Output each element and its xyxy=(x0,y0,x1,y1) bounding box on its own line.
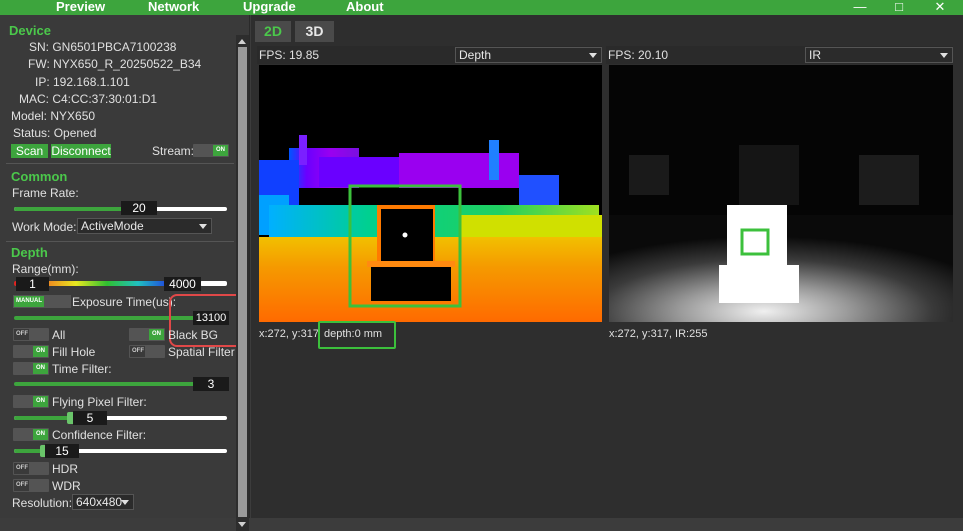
wdr-label: WDR xyxy=(52,479,81,493)
ir-mode-value: IR xyxy=(809,48,821,62)
spatial-filter-label: Spatial Filter xyxy=(168,345,235,359)
toggle-state: OFF xyxy=(16,465,28,471)
device-section-title: Device xyxy=(9,23,51,38)
chevron-down-icon xyxy=(199,224,207,229)
flying-pixel-toggle[interactable]: ON xyxy=(13,395,49,408)
settings-panel: Device SN: GN6501PBCA7100238 FW: NYX650_… xyxy=(0,15,250,531)
ir-view-header: FPS: 20.10 IR xyxy=(606,46,953,64)
panel-scrollbar[interactable] xyxy=(236,35,249,531)
menu-about[interactable]: About xyxy=(346,0,384,14)
chevron-down-icon xyxy=(121,500,129,505)
stream-label: Stream: xyxy=(152,144,195,158)
toggle-state: ON xyxy=(36,398,45,404)
toggle-state: OFF xyxy=(16,482,28,488)
toggle-state: OFF xyxy=(16,331,28,337)
range-label: Range(mm): xyxy=(12,262,79,276)
toggle-state: ON xyxy=(216,147,225,153)
confidence-toggle[interactable]: ON xyxy=(13,428,49,441)
work-mode-value: ActiveMode xyxy=(81,219,144,233)
device-status: Status: Opened xyxy=(13,126,97,140)
frame-rate-value: 20 xyxy=(121,201,157,215)
all-toggle[interactable]: OFF xyxy=(13,328,49,341)
scroll-up-icon[interactable] xyxy=(238,39,246,44)
frame-rate-fill xyxy=(14,207,131,211)
menu-network[interactable]: Network xyxy=(148,0,199,14)
depth-section-title: Depth xyxy=(11,245,48,260)
toggle-state: ON xyxy=(36,365,45,371)
flying-pixel-label: Flying Pixel Filter: xyxy=(52,395,147,409)
confidence-value: 15 xyxy=(45,444,79,458)
fill-hole-toggle[interactable]: ON xyxy=(13,345,49,358)
work-mode-label: Work Mode: xyxy=(12,220,77,234)
stream-toggle[interactable]: ON xyxy=(193,144,229,157)
time-filter-label: Time Filter: xyxy=(52,362,112,376)
resolution-value: 640x480 xyxy=(76,495,123,509)
ir-mode-select[interactable]: IR xyxy=(805,47,953,63)
frame-rate-label: Frame Rate: xyxy=(12,186,79,200)
depth-mode-select[interactable]: Depth xyxy=(455,47,602,63)
maximize-icon[interactable]: □ xyxy=(887,0,911,15)
all-label: All xyxy=(52,328,66,342)
work-mode-select[interactable]: ActiveMode xyxy=(77,218,212,234)
menu-upgrade[interactable]: Upgrade xyxy=(243,0,296,14)
exposure-mode-label: MANUAL xyxy=(14,296,44,307)
device-ip: IP: 192.168.1.101 xyxy=(35,75,130,89)
depth-image[interactable] xyxy=(259,65,602,322)
spatial-filter-toggle[interactable]: OFF xyxy=(129,345,165,358)
resolution-label: Resolution: xyxy=(12,496,73,510)
range-max-value: 4000 xyxy=(164,277,201,291)
range-min-value: 1 xyxy=(16,277,49,291)
chevron-down-icon xyxy=(589,53,597,58)
scrollbar-thumb[interactable] xyxy=(238,47,247,517)
confidence-fill xyxy=(14,449,42,453)
depth-mode-value: Depth xyxy=(459,48,492,62)
highlight-box-green xyxy=(318,321,396,349)
depth-view-header: FPS: 19.85 Depth xyxy=(257,46,602,64)
disconnect-button[interactable]: Disconnect xyxy=(51,144,111,158)
toggle-state: ON xyxy=(36,348,45,354)
exposure-mode-toggle[interactable]: MANUAL xyxy=(13,295,71,308)
menu-bar: Preview Network Upgrade About — □ ✕ xyxy=(0,0,963,15)
menu-preview[interactable]: Preview xyxy=(56,0,105,14)
close-icon[interactable]: ✕ xyxy=(928,0,952,15)
black-bg-toggle[interactable]: ON xyxy=(129,328,165,341)
resolution-select[interactable]: 640x480 xyxy=(72,494,134,510)
device-sn: SN: GN6501PBCA7100238 xyxy=(29,40,177,54)
section-divider xyxy=(6,163,234,164)
black-bg-label: Black BG xyxy=(168,328,219,342)
toggle-state: ON xyxy=(152,331,161,337)
flying-pixel-fill xyxy=(14,416,70,420)
device-mac: MAC: C4:CC:37:30:01:D1 xyxy=(19,92,158,106)
wdr-toggle[interactable]: OFF xyxy=(13,479,49,492)
depth-coord-readout: x:272, y:317 xyxy=(259,328,319,340)
tab-3d[interactable]: 3D xyxy=(295,21,334,42)
preview-area: 2D 3D FPS: 19.85 Depth FPS: 20.10 IR x:2… xyxy=(251,15,963,518)
ir-fps: FPS: 20.10 xyxy=(608,48,669,62)
ir-image-render xyxy=(609,65,953,322)
device-model: Model: NYX650 xyxy=(11,109,96,123)
tab-2d[interactable]: 2D xyxy=(255,21,291,42)
hdr-toggle[interactable]: OFF xyxy=(13,462,49,475)
scroll-down-icon[interactable] xyxy=(238,522,246,527)
confidence-label: Confidence Filter: xyxy=(52,428,147,442)
exposure-time-label: Exposure Time(us): xyxy=(72,295,177,309)
chevron-down-icon xyxy=(940,53,948,58)
hdr-label: HDR xyxy=(52,462,78,476)
ir-coord-readout: x:272, y:317, IR:255 xyxy=(609,328,708,340)
time-filter-value: 3 xyxy=(193,377,229,391)
device-fw: FW: NYX650_R_20250522_B34 xyxy=(28,57,202,71)
range-track-end xyxy=(200,281,227,286)
scan-button[interactable]: Scan xyxy=(11,144,48,158)
common-section-title: Common xyxy=(11,169,68,184)
fill-hole-label: Fill Hole xyxy=(52,345,96,359)
ir-image[interactable] xyxy=(609,65,953,322)
depth-image-render xyxy=(259,65,602,322)
minimize-icon[interactable]: — xyxy=(848,0,872,15)
section-divider xyxy=(6,241,234,242)
toggle-state: OFF xyxy=(132,348,144,354)
flying-pixel-value: 5 xyxy=(73,411,107,425)
depth-fps: FPS: 19.85 xyxy=(259,48,320,62)
time-filter-toggle[interactable]: ON xyxy=(13,362,49,375)
toggle-state: ON xyxy=(36,431,45,437)
